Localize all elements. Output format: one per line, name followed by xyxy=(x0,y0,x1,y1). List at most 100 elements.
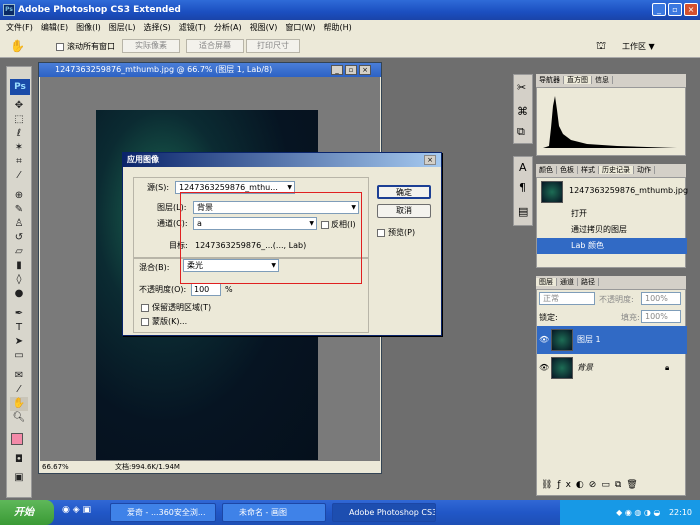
eyedropper-tool-icon[interactable]: ⁄ xyxy=(10,383,28,397)
start-button[interactable]: 开始 xyxy=(0,500,54,525)
dialog-close-button[interactable]: × xyxy=(424,155,436,165)
taskbar-item-paint[interactable]: 未命名 - 画图 xyxy=(222,503,326,522)
scroll-all-checkbox[interactable] xyxy=(56,42,64,51)
menu-layer[interactable]: 图层(L) xyxy=(109,22,136,33)
zoom-tool-icon[interactable]: 🔍︎ xyxy=(10,411,28,425)
opacity-unit: % xyxy=(225,285,233,294)
doc-close-button[interactable]: × xyxy=(359,65,371,75)
zoom-level[interactable]: 66.67% xyxy=(42,461,69,473)
layer-row-active[interactable]: 👁︎ 图层 1 xyxy=(537,326,687,354)
slice-tool-icon[interactable]: ⁄ xyxy=(10,169,28,183)
type-tool-icon[interactable]: T xyxy=(10,321,28,335)
history-item[interactable]: 打开 xyxy=(537,206,687,222)
menu-image[interactable]: 图像(I) xyxy=(76,22,101,33)
menu-edit[interactable]: 编辑(E) xyxy=(41,22,68,33)
stamp-tool-icon[interactable]: ♙ xyxy=(10,217,28,231)
preview-checkbox[interactable] xyxy=(377,228,385,237)
menu-window[interactable]: 窗口(W) xyxy=(285,22,315,33)
tab-paths[interactable]: 路径 xyxy=(578,278,599,286)
tab-history[interactable]: 历史记录 xyxy=(599,166,634,174)
close-button[interactable]: × xyxy=(684,3,698,16)
preserve-transparency-option[interactable]: 保留透明区域(T) xyxy=(141,302,211,313)
layer-thumbnail xyxy=(551,357,573,379)
character-icon[interactable]: A xyxy=(519,161,527,174)
mask-checkbox[interactable] xyxy=(141,317,149,326)
actual-pixels-button[interactable]: 实际像素 xyxy=(122,39,180,53)
blur-tool-icon[interactable]: ◊ xyxy=(10,273,28,287)
brush-tool-icon[interactable]: ✎ xyxy=(10,203,28,217)
cancel-button[interactable]: 取消 xyxy=(377,204,431,218)
menu-filter[interactable]: 滤镜(T) xyxy=(179,22,206,33)
layer-row[interactable]: 👁︎ 背景 🔒︎ xyxy=(537,354,687,382)
menu-select[interactable]: 选择(S) xyxy=(143,22,170,33)
hand-tool-icon[interactable]: ✋ xyxy=(10,39,25,53)
scroll-all-option[interactable]: 滚动所有窗口 xyxy=(56,41,115,52)
marquee-tool-icon[interactable]: ⬚ xyxy=(10,113,28,127)
dock-icons-bottom: A ¶ ▤ xyxy=(513,156,533,226)
taskbar-item-browser[interactable]: 爱奇 - ...360安全浏... xyxy=(110,503,216,522)
eraser-tool-icon[interactable]: ▱ xyxy=(10,245,28,259)
document-info[interactable]: 文档:994.6K/1.94M xyxy=(115,461,180,473)
menu-help[interactable]: 帮助(H) xyxy=(324,22,352,33)
hand-tool-active-icon[interactable]: ✋ xyxy=(10,397,28,411)
minimize-button[interactable]: _ xyxy=(652,3,666,16)
healing-tool-icon[interactable]: ⊕ xyxy=(10,189,28,203)
mask-option[interactable]: 蒙版(K)... xyxy=(141,316,187,327)
tab-color[interactable]: 颜色 xyxy=(536,166,557,174)
paragraph-icon[interactable]: ¶ xyxy=(519,181,526,194)
history-brush-tool-icon[interactable]: ↺ xyxy=(10,231,28,245)
tools-preset-icon[interactable]: ✂ xyxy=(517,81,526,94)
dodge-tool-icon[interactable]: ● xyxy=(10,287,28,301)
menu-analysis[interactable]: 分析(A) xyxy=(214,22,242,33)
ok-button[interactable]: 确定 xyxy=(377,185,431,199)
quick-mask-icon[interactable]: ◘ xyxy=(10,453,28,467)
workspace-menu[interactable]: 工作区 ▼ xyxy=(622,41,655,52)
layer-comps-icon[interactable]: ▤ xyxy=(518,205,528,218)
tray-icons[interactable]: ◆ ◉ ◍ ◑ ◒ xyxy=(616,508,660,517)
tab-channels[interactable]: 通道 xyxy=(557,278,578,286)
pen-tool-icon[interactable]: ✒ xyxy=(10,307,28,321)
shape-tool-icon[interactable]: ▭ xyxy=(10,349,28,363)
lasso-tool-icon[interactable]: ℓ xyxy=(10,127,28,141)
tab-styles[interactable]: 样式 xyxy=(578,166,599,174)
history-item[interactable]: 通过拷贝的图层 xyxy=(537,222,687,238)
menu-view[interactable]: 视图(V) xyxy=(250,22,278,33)
bridge-icon[interactable]: ⛫ xyxy=(596,39,606,54)
clock[interactable]: 22:10 xyxy=(669,508,692,517)
layers-footer-icons[interactable]: ⛓ƒx◐⊘▭⧉🗑︎ xyxy=(541,480,683,490)
crop-tool-icon[interactable]: ⌗ xyxy=(10,155,28,169)
path-select-tool-icon[interactable]: ➤ xyxy=(10,335,28,349)
tab-histogram[interactable]: 直方图 xyxy=(564,76,592,84)
print-size-button[interactable]: 打印尺寸 xyxy=(246,39,300,53)
eye-icon[interactable]: 👁︎ xyxy=(539,326,549,354)
fill-input[interactable]: 100% xyxy=(641,310,681,323)
history-item-active[interactable]: Lab 颜色 xyxy=(537,238,687,254)
doc-minimize-button[interactable]: _ xyxy=(331,65,343,75)
brushes-icon[interactable]: ⌘ xyxy=(517,105,528,118)
preview-option[interactable]: 预览(P) xyxy=(377,227,415,238)
eye-icon[interactable]: 👁︎ xyxy=(539,354,549,382)
fit-screen-button[interactable]: 适合屏幕 xyxy=(186,39,244,53)
layer-blend-mode-select[interactable]: 正常 xyxy=(539,292,595,305)
foreground-color-swatch[interactable] xyxy=(11,433,23,445)
tab-layers[interactable]: 图层 xyxy=(536,278,557,286)
screen-mode-icon[interactable]: ▣ xyxy=(10,471,28,485)
maximize-button[interactable]: ▫ xyxy=(668,3,682,16)
tab-navigator[interactable]: 导航器 xyxy=(536,76,564,84)
move-tool-icon[interactable]: ✥ xyxy=(10,99,28,113)
notes-tool-icon[interactable]: ✉ xyxy=(10,369,28,383)
gradient-tool-icon[interactable]: ▮ xyxy=(10,259,28,273)
doc-maximize-button[interactable]: ▫ xyxy=(345,65,357,75)
tab-actions[interactable]: 动作 xyxy=(634,166,655,174)
taskbar-item-photoshop[interactable]: Adobe Photoshop CS3... xyxy=(332,503,436,522)
tab-swatches[interactable]: 色板 xyxy=(557,166,578,174)
quick-launch-icons[interactable]: ◉ ◈ ▣ xyxy=(62,505,91,515)
history-snapshot[interactable]: 1247363259876_mthumb.jpg xyxy=(569,186,688,195)
opacity-input[interactable]: 100 xyxy=(191,283,221,296)
menu-file[interactable]: 文件(F) xyxy=(6,22,33,33)
clone-source-icon[interactable]: ⧉ xyxy=(517,125,525,139)
preserve-transparency-checkbox[interactable] xyxy=(141,303,149,312)
layer-opacity-input[interactable]: 100% xyxy=(641,292,681,305)
tab-info[interactable]: 信息 xyxy=(592,76,613,84)
magic-wand-tool-icon[interactable]: ✶ xyxy=(10,141,28,155)
